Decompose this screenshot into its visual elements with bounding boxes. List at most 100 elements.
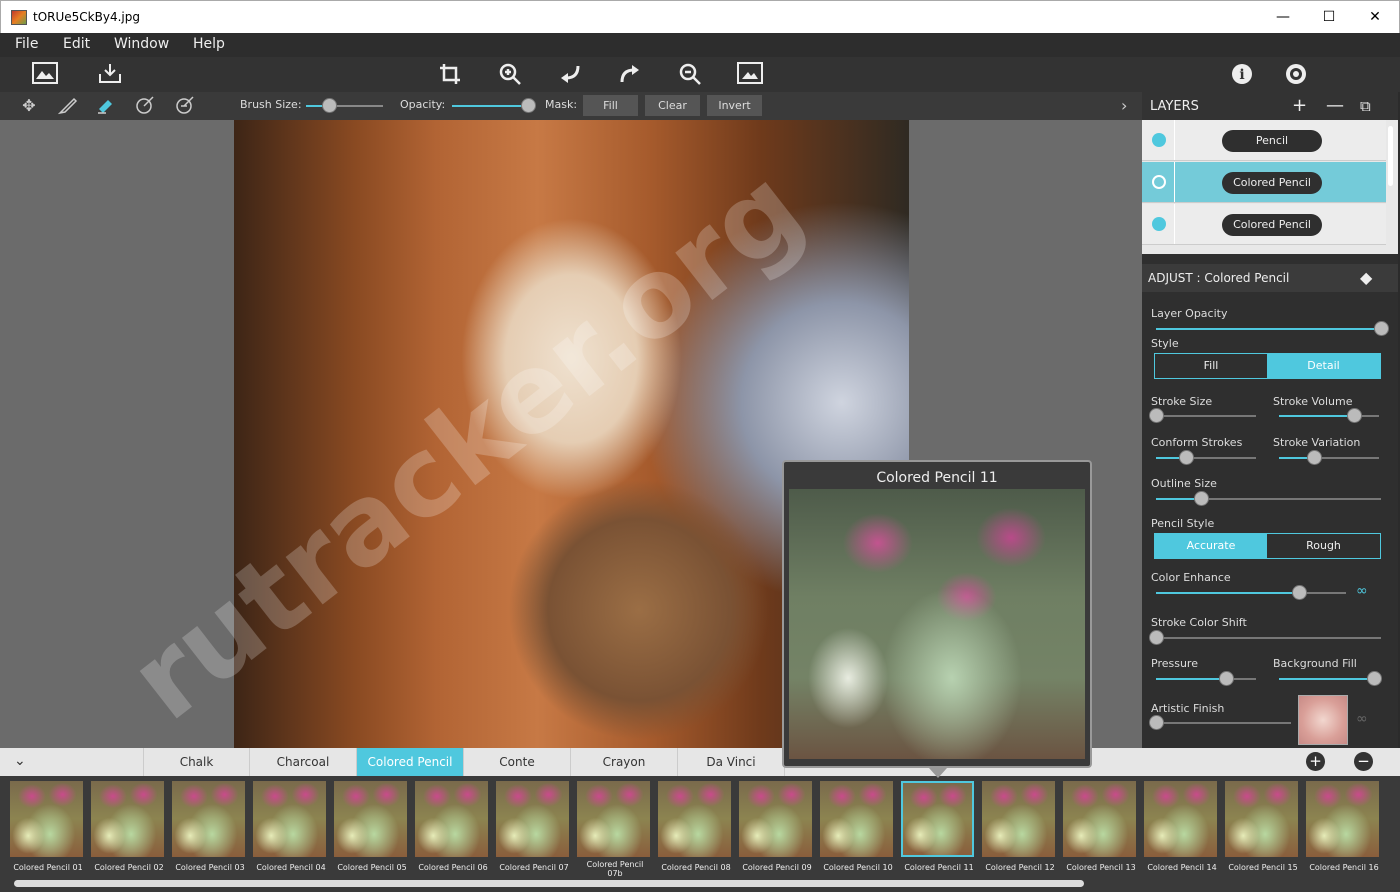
layer-opacity-slider[interactable] <box>1156 321 1389 336</box>
filmstrip-scrollbar[interactable] <box>14 880 1084 887</box>
preset-image[interactable] <box>982 781 1055 857</box>
slider-knob[interactable] <box>1194 491 1209 506</box>
remove-preset-button[interactable]: − <box>1354 752 1373 771</box>
tab-crayon[interactable]: Crayon <box>571 748 678 776</box>
preset-thumbnail[interactable]: Colored Pencil 06 <box>411 781 489 881</box>
stroke-volume-slider[interactable] <box>1279 408 1379 423</box>
opacity-knob[interactable] <box>521 98 536 113</box>
slider-knob[interactable] <box>1149 408 1164 423</box>
outline-size-slider[interactable] <box>1156 491 1381 506</box>
tab-da-vinci[interactable]: Da Vinci <box>678 748 785 776</box>
add-preset-button[interactable]: + <box>1306 752 1325 771</box>
move-tool-icon[interactable]: ✥ <box>18 95 40 117</box>
settings-icon[interactable] <box>1283 62 1309 86</box>
preset-thumbnail[interactable]: Colored Pencil 14 <box>1140 781 1218 881</box>
slider-knob[interactable] <box>1347 408 1362 423</box>
layer-visibility-icon[interactable] <box>1152 175 1166 189</box>
zoom-out-icon[interactable] <box>677 62 703 86</box>
preset-image[interactable] <box>415 781 488 857</box>
preset-image[interactable] <box>91 781 164 857</box>
layer-name[interactable]: Colored Pencil <box>1222 214 1322 236</box>
stroke-size-slider[interactable] <box>1149 408 1256 423</box>
color-enhance-slider[interactable] <box>1156 585 1346 600</box>
image-open-icon[interactable] <box>32 62 58 86</box>
slider-knob[interactable] <box>1179 450 1194 465</box>
pressure-slider[interactable] <box>1156 671 1256 686</box>
preset-thumbnail[interactable]: Colored Pencil 01 <box>6 781 84 881</box>
preset-thumbnail[interactable]: Colored Pencil 13 <box>1059 781 1137 881</box>
slider-knob[interactable] <box>1149 715 1164 730</box>
preset-thumbnail[interactable]: Colored Pencil 15 <box>1221 781 1299 881</box>
slider-knob[interactable] <box>1367 671 1382 686</box>
smart-brush-icon[interactable] <box>134 95 156 117</box>
conform-strokes-slider[interactable] <box>1156 450 1256 465</box>
preset-image[interactable] <box>1225 781 1298 857</box>
preset-image[interactable] <box>901 781 974 857</box>
preset-thumbnail[interactable]: Colored Pencil 16 <box>1302 781 1380 881</box>
maximize-button[interactable]: ☐ <box>1306 1 1352 33</box>
slider-knob[interactable] <box>1307 450 1322 465</box>
opacity-slider[interactable] <box>452 98 536 113</box>
layer-visibility-icon[interactable] <box>1152 217 1166 231</box>
remove-layer-button[interactable]: — <box>1326 95 1344 116</box>
preset-thumbnail[interactable]: Colored Pencil 12 <box>978 781 1056 881</box>
preset-image[interactable] <box>820 781 893 857</box>
link-off-icon[interactable]: ∞ <box>1356 711 1368 727</box>
mask-invert-button[interactable]: Invert <box>707 95 762 116</box>
menu-help[interactable]: Help <box>193 36 225 52</box>
preset-image[interactable] <box>172 781 245 857</box>
info-icon[interactable]: i <box>1229 62 1255 86</box>
mask-fill-button[interactable]: Fill <box>583 95 638 116</box>
slider-knob[interactable] <box>1149 630 1164 645</box>
preset-thumbnail[interactable]: Colored Pencil 04 <box>249 781 327 881</box>
smart-eraser-icon[interactable] <box>174 95 196 117</box>
stroke-color-shift-slider[interactable] <box>1149 630 1381 645</box>
preset-thumbnail[interactable]: Colored Pencil 07 <box>492 781 570 881</box>
brush-size-slider[interactable] <box>306 98 383 113</box>
preset-image[interactable] <box>1063 781 1136 857</box>
save-icon[interactable] <box>97 62 123 86</box>
stroke-variation-slider[interactable] <box>1279 450 1379 465</box>
layer-row[interactable]: Pencil <box>1142 120 1386 161</box>
preset-image[interactable] <box>577 781 650 857</box>
layer-row[interactable]: Colored Pencil <box>1142 162 1386 203</box>
preset-thumbnail[interactable]: Colored Pencil 05 <box>330 781 408 881</box>
preset-thumbnail[interactable]: Colored Pencil 03 <box>168 781 246 881</box>
undo-icon[interactable] <box>557 62 583 86</box>
link-icon[interactable]: ∞ <box>1356 583 1368 599</box>
style-detail-option[interactable]: Detail <box>1267 354 1380 378</box>
zoom-in-icon[interactable] <box>497 62 523 86</box>
chevron-down-icon[interactable]: ⌄ <box>14 753 26 769</box>
crop-icon[interactable] <box>437 62 463 86</box>
preset-image[interactable] <box>496 781 569 857</box>
preset-image[interactable] <box>658 781 731 857</box>
close-button[interactable]: ✕ <box>1352 1 1398 33</box>
slider-knob[interactable] <box>1374 321 1389 336</box>
slider-knob[interactable] <box>1219 671 1234 686</box>
preset-image[interactable] <box>253 781 326 857</box>
brush-size-knob[interactable] <box>322 98 338 113</box>
style-fill-option[interactable]: Fill <box>1155 354 1267 378</box>
artistic-finish-slider[interactable] <box>1149 715 1291 730</box>
preset-image[interactable] <box>10 781 83 857</box>
minimize-button[interactable]: — <box>1260 1 1306 33</box>
layer-row[interactable]: Colored Pencil <box>1142 204 1386 245</box>
pencil-style-rough-option[interactable]: Rough <box>1267 534 1380 558</box>
fit-image-icon[interactable] <box>737 62 763 86</box>
mask-clear-button[interactable]: Clear <box>645 95 700 116</box>
add-layer-button[interactable]: + <box>1292 95 1307 116</box>
pencil-style-accurate-option[interactable]: Accurate <box>1155 534 1267 558</box>
preset-menu-icon[interactable]: ◆ <box>1360 268 1372 287</box>
tab-conte[interactable]: Conte <box>464 748 571 776</box>
preset-thumbnail[interactable]: Colored Pencil 08 <box>654 781 732 881</box>
eraser-tool-icon[interactable] <box>95 95 117 117</box>
preset-image[interactable] <box>334 781 407 857</box>
menu-file[interactable]: File <box>15 36 38 52</box>
preset-image[interactable] <box>739 781 812 857</box>
tab-colored-pencil[interactable]: Colored Pencil <box>357 748 464 776</box>
menu-window[interactable]: Window <box>114 36 169 52</box>
preset-thumbnail[interactable]: Colored Pencil 07b <box>573 781 651 881</box>
brush-tool-icon[interactable] <box>57 95 79 117</box>
preset-thumbnail[interactable]: Colored Pencil 09 <box>735 781 813 881</box>
preset-thumbnail-selected[interactable]: Colored Pencil 11 <box>897 781 975 881</box>
